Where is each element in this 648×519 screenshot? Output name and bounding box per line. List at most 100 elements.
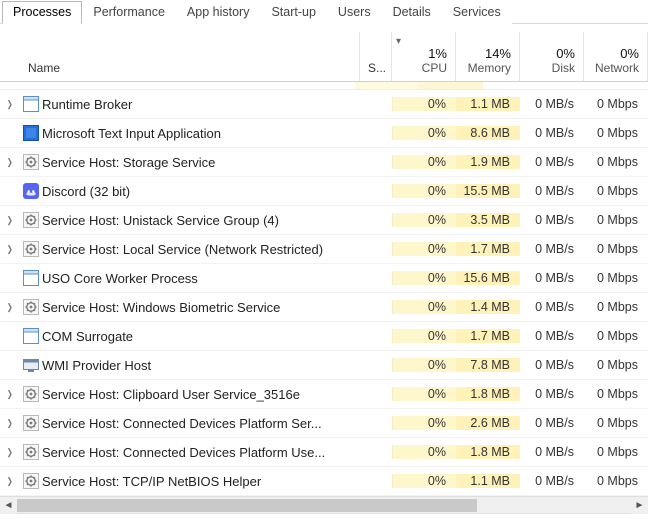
expand-toggle[interactable]: ❯ [0,157,20,168]
cell-disk: 0 MB/s [520,387,584,401]
table-row[interactable]: ❯Service Host: Windows Biometric Service… [0,293,648,322]
header-cpu[interactable]: ▾ 1% CPU [392,32,456,81]
cell-mem: 3.5 MB [456,213,520,227]
tab-app-history[interactable]: App history [176,1,261,24]
table-row[interactable]: ❯Service Host: Unistack Service Group (4… [0,206,648,235]
cell-disk: 0 MB/s [520,184,584,198]
cell-mem: 1.1 MB [456,474,520,488]
tab-users[interactable]: Users [327,1,382,24]
cell-cpu: 0% [392,213,456,227]
tab-services[interactable]: Services [442,1,512,24]
footer: ˄ Fewer details End task [0,513,648,519]
header-network[interactable]: 0% Network [584,32,648,81]
process-name: Service Host: Connected Devices Platform… [42,416,360,431]
cell-disk: 0 MB/s [520,242,584,256]
table-row[interactable]: ❯ Service Host: Connected Devices Platfor… [0,409,648,438]
expand-toggle[interactable]: ❯ [0,302,20,313]
cell-disk: 0 MB/s [520,271,584,285]
scroll-left-icon[interactable]: ◄ [0,497,17,514]
table-row[interactable]: ❯ Service Host: Connected Devices Platfor… [0,438,648,467]
cell-disk: 0 MB/s [520,126,584,140]
process-name: USO Core Worker Process [42,271,360,286]
cell-net: 0 Mbps [584,300,648,314]
gear-icon [20,299,42,315]
cell-cpu: 0% [392,387,456,401]
process-name: Service Host: Connected Devices Platform… [42,445,360,460]
cell-cpu: 0% [392,474,456,488]
process-rows: ❯Runtime Broker0%1.1 MB0 MB/s0 MbpsMicro… [0,90,648,496]
header-name[interactable]: Name [20,32,360,81]
scroll-track[interactable] [17,497,631,514]
expand-toggle[interactable]: ❯ [0,389,20,400]
expand-toggle[interactable]: ❯ [0,244,20,255]
column-headers: Name S... ▾ 1% CPU 14% Memory 0% Disk 0%… [0,24,648,82]
expand-toggle[interactable]: ❯ [0,99,20,110]
tabs-strip: Processes Performance App history Start-… [0,0,648,24]
tab-performance[interactable]: Performance [82,1,176,24]
table-row[interactable]: Discord (32 bit)0%15.5 MB0 MB/s0 Mbps [0,177,648,206]
table-row[interactable]: ❯Service Host: Local Service (Network Re… [0,235,648,264]
header-expand-spacer [0,32,20,81]
cell-net: 0 Mbps [584,213,648,227]
header-disk[interactable]: 0% Disk [520,32,584,81]
cell-net: 0 Mbps [584,387,648,401]
scroll-thumb[interactable] [17,499,477,512]
header-network-label: Network [595,61,639,75]
cell-mem: 1.1 MB [456,97,520,111]
cell-mem: 15.5 MB [456,184,520,198]
cell-net: 0 Mbps [584,416,648,430]
expand-toggle[interactable]: ❯ [0,215,20,226]
cell-net: 0 Mbps [584,126,648,140]
tab-start-up[interactable]: Start-up [260,1,326,24]
header-network-pct: 0% [620,46,639,61]
cell-disk: 0 MB/s [520,329,584,343]
cell-disk: 0 MB/s [520,358,584,372]
app-blue-icon [20,125,42,141]
wmi-icon [20,357,42,373]
header-memory-label: Memory [468,61,511,75]
table-row[interactable]: COM Surrogate0%1.7 MB0 MB/s0 Mbps [0,322,648,351]
header-status[interactable]: S... [360,32,392,81]
header-memory[interactable]: 14% Memory [456,32,520,81]
table-row[interactable]: ❯Service Host: Clipboard User Service_35… [0,380,648,409]
cell-mem: 1.7 MB [456,329,520,343]
discord-icon [20,183,42,199]
scroll-right-icon[interactable]: ► [631,497,648,514]
cell-mem: 2.6 MB [456,416,520,430]
tab-processes[interactable]: Processes [2,1,82,24]
process-name: Microsoft Text Input Application [42,126,360,141]
table-row[interactable]: Microsoft Text Input Application0%8.6 MB… [0,119,648,148]
app-blank-icon [20,270,42,286]
cell-mem: 1.8 MB [456,445,520,459]
header-cpu-pct: 1% [428,46,447,61]
table-row[interactable]: USO Core Worker Process0%15.6 MB0 MB/s0 … [0,264,648,293]
process-name: Runtime Broker [42,97,360,112]
cell-net: 0 Mbps [584,97,648,111]
table-row[interactable]: ❯ Service Host: TCP/IP NetBIOS Helper 0%1.… [0,467,648,496]
gear-icon [20,154,42,170]
cell-cpu: 0% [392,445,456,459]
tab-details[interactable]: Details [382,1,442,24]
expand-toggle[interactable]: ❯ [0,447,20,458]
cell-mem: 7.8 MB [456,358,520,372]
process-name: COM Surrogate [42,329,360,344]
expand-toggle[interactable]: ❯ [0,418,20,429]
cell-cpu: 0% [392,97,456,111]
header-memory-pct: 14% [485,46,511,61]
expand-toggle[interactable]: ❯ [0,476,20,487]
cell-cpu: 0% [392,155,456,169]
table-row[interactable]: ❯ Runtime Broker 0%1.1 MB0 MB/s0 Mbps [0,90,648,119]
table-row[interactable]: WMI Provider Host0%7.8 MB0 MB/s0 Mbps [0,351,648,380]
process-name: WMI Provider Host [42,358,360,373]
process-name: Service Host: TCP/IP NetBIOS Helper [42,474,360,489]
horizontal-scrollbar[interactable]: ◄ ► [0,496,648,513]
cell-net: 0 Mbps [584,329,648,343]
gear-icon [20,444,42,460]
cell-cpu: 0% [392,242,456,256]
table-row[interactable]: ❯Service Host: Storage Service0%1.9 MB0 … [0,148,648,177]
cell-disk: 0 MB/s [520,97,584,111]
gear-icon [20,473,42,489]
cell-cpu: 0% [392,126,456,140]
cell-net: 0 Mbps [584,358,648,372]
cell-disk: 0 MB/s [520,474,584,488]
